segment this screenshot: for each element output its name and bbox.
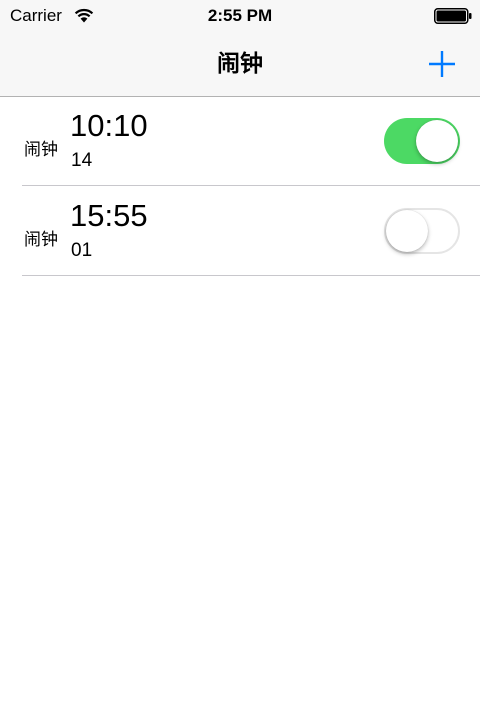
alarm-toggle-switch[interactable] xyxy=(384,118,460,164)
alarm-label: 闹钟 xyxy=(24,230,58,249)
alarm-row[interactable]: 闹钟 10:10 14 xyxy=(0,96,480,186)
switch-knob xyxy=(416,120,458,162)
switch-knob xyxy=(386,210,428,252)
status-time: 2:55 PM xyxy=(207,6,273,25)
navigation-bar: 闹钟 xyxy=(0,32,480,97)
alarm-subtitle: 01 xyxy=(71,240,93,261)
alarm-subtitle: 14 xyxy=(71,150,93,171)
alarm-time: 10:10 xyxy=(70,108,148,143)
page-title: 闹钟 xyxy=(217,50,263,76)
alarm-toggle-switch[interactable] xyxy=(384,208,460,254)
status-bar: Carrier 2:55 PM xyxy=(0,0,480,32)
plus-icon xyxy=(429,51,455,77)
battery-icon xyxy=(434,8,472,24)
alarm-row[interactable]: 闹钟 15:55 01 xyxy=(0,186,480,276)
alarm-label: 闹钟 xyxy=(24,140,58,159)
row-divider xyxy=(22,275,480,276)
alarm-time: 15:55 xyxy=(70,198,148,233)
add-alarm-button[interactable] xyxy=(426,48,458,80)
